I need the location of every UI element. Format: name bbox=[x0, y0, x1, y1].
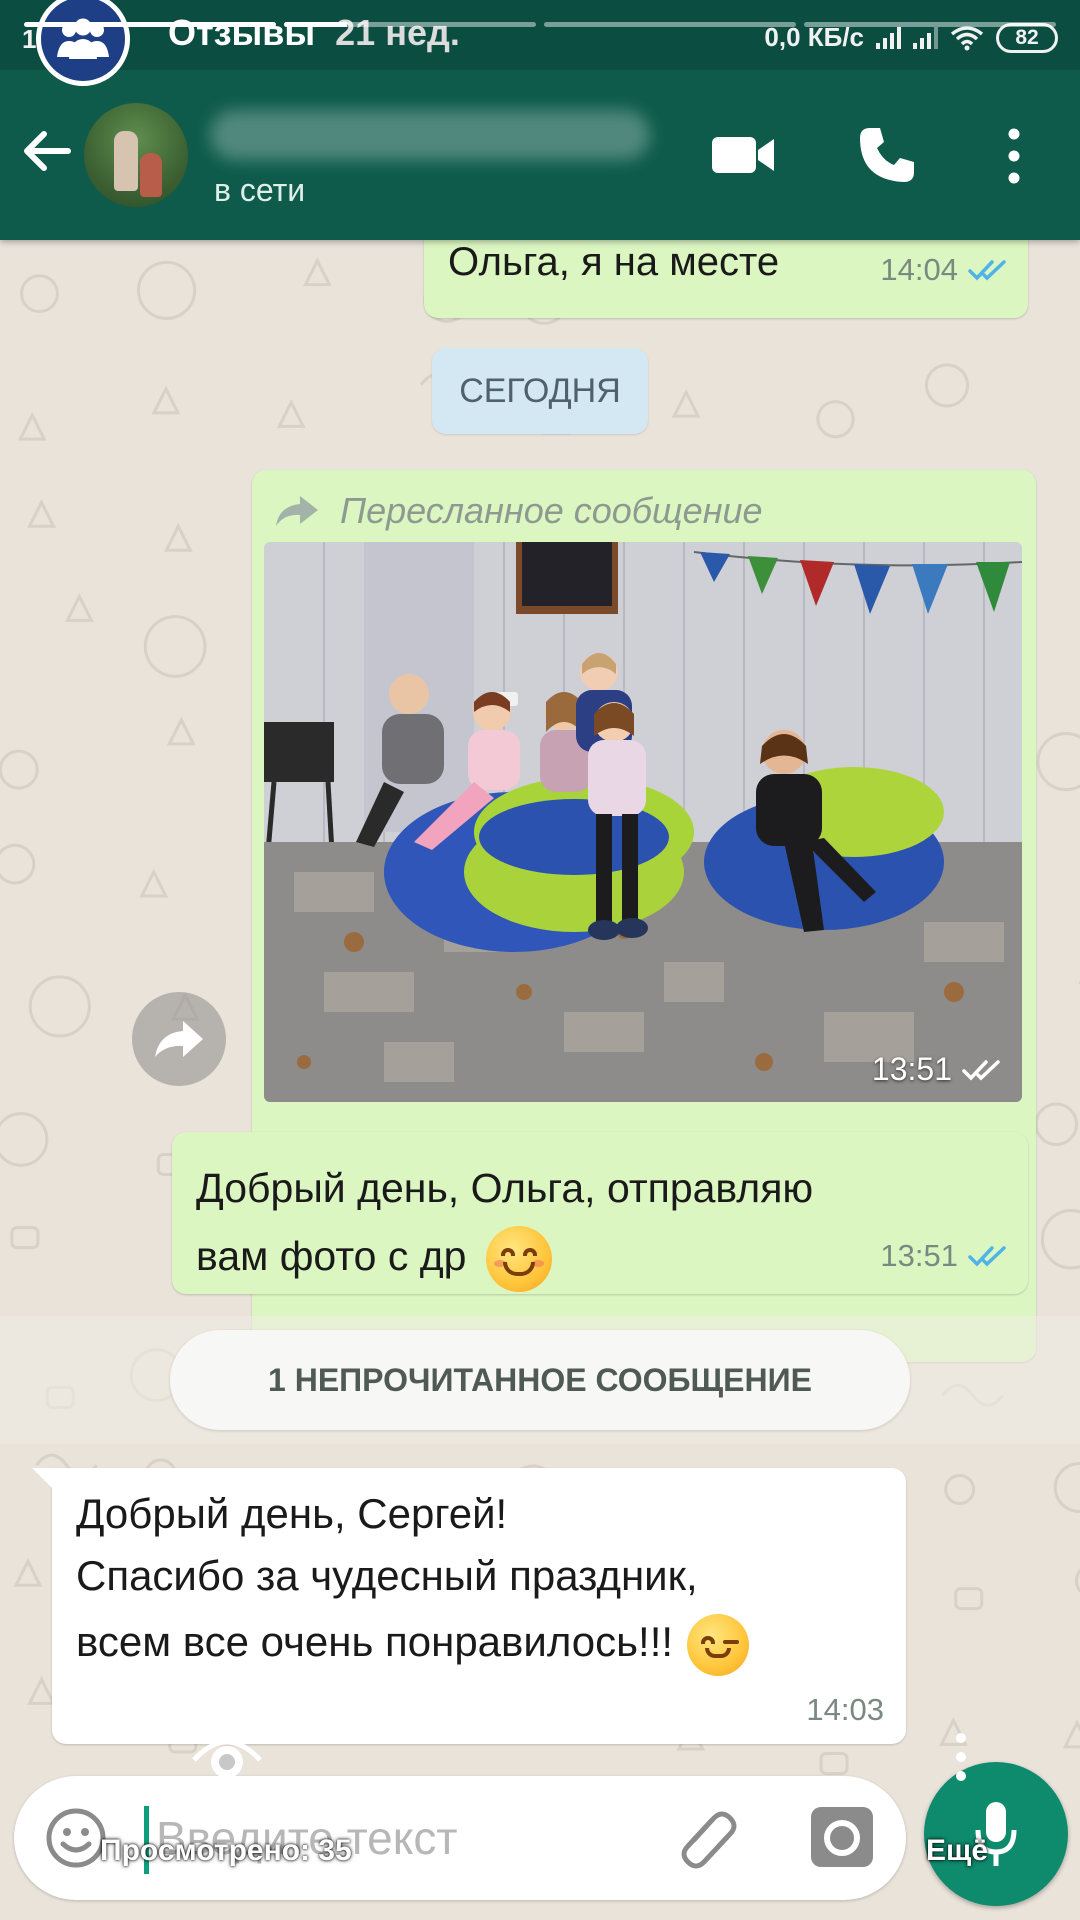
video-call-icon[interactable] bbox=[710, 130, 776, 180]
photo-time: 13:51 bbox=[871, 1051, 952, 1087]
story-segment bbox=[284, 22, 536, 27]
contact-avatar[interactable] bbox=[84, 103, 188, 207]
shared-photo[interactable]: 13:51 bbox=[264, 542, 1022, 1102]
message-meta: 14:04 bbox=[880, 252, 1008, 288]
message-line: Добрый день, Ольга, отправляю bbox=[196, 1165, 814, 1211]
message-meta: 14:03 bbox=[806, 1692, 884, 1728]
smiling-face-emoji-icon bbox=[485, 1226, 552, 1293]
message-line: Добрый день, Сергей! bbox=[76, 1490, 508, 1537]
chat-messages[interactable]: Ольга, я на месте 14:04 СЕГОДНЯ Переслан… bbox=[0, 220, 1080, 1770]
status-bar: 14:04 0,0 КБ/с 82 bbox=[0, 0, 1080, 70]
story-more-label[interactable]: Ещё bbox=[926, 1834, 988, 1868]
views-count-label[interactable]: Просмотрено: 35 bbox=[100, 1834, 352, 1868]
views-eye-icon[interactable] bbox=[190, 1728, 264, 1784]
message-time: 14:04 bbox=[880, 252, 958, 287]
story-age: 21 нед. bbox=[335, 12, 460, 53]
story-title-row: Отзывы 21 нед. bbox=[168, 12, 460, 54]
forward-button[interactable] bbox=[132, 992, 226, 1086]
story-segment bbox=[804, 22, 1056, 27]
contact-status: в сети bbox=[214, 172, 306, 208]
message-line: Спасибо за чудесный праздник, bbox=[76, 1552, 698, 1599]
date-divider: СЕГОДНЯ bbox=[432, 348, 648, 434]
chat-header: в сети bbox=[0, 70, 1080, 240]
story-progress bbox=[24, 22, 1056, 28]
double-check-icon bbox=[968, 1246, 1006, 1267]
photo-girls-on-beanbags bbox=[264, 542, 1022, 1102]
message-line-with-emoji: всем все очень понравилось!!! bbox=[76, 1614, 749, 1676]
camera-icon[interactable] bbox=[808, 1804, 876, 1870]
back-arrow-icon[interactable] bbox=[18, 122, 76, 180]
paperclip-icon[interactable] bbox=[674, 1804, 740, 1870]
story-segment bbox=[544, 22, 796, 27]
emoji-icon[interactable] bbox=[44, 1806, 108, 1870]
wifi-icon bbox=[950, 25, 984, 50]
signal-icon bbox=[876, 26, 901, 49]
message-line: вам фото с др bbox=[196, 1233, 467, 1279]
contact-name-blurred bbox=[210, 110, 650, 160]
unread-messages-divider: 1 НЕПРОЧИТАННОЕ СООБЩЕНИЕ bbox=[170, 1330, 910, 1430]
story-title: Отзывы bbox=[168, 12, 316, 53]
forwarded-icon bbox=[276, 496, 318, 526]
message-outgoing[interactable]: Добрый день, Ольга, отправляю вам фото с… bbox=[172, 1132, 1028, 1294]
message-time: 13:51 bbox=[880, 1238, 958, 1273]
more-vert-icon[interactable] bbox=[998, 126, 1030, 186]
message-line: всем все очень понравилось!!! bbox=[76, 1618, 674, 1666]
story-segment bbox=[24, 22, 276, 27]
double-check-icon bbox=[968, 260, 1006, 281]
forward-arrow-icon bbox=[155, 1021, 203, 1057]
double-check-icon bbox=[962, 1059, 1000, 1081]
signal-icon-sim2 bbox=[913, 26, 938, 49]
message-meta: 13:51 bbox=[880, 1238, 1008, 1274]
message-time: 14:03 bbox=[806, 1692, 884, 1727]
forwarded-label: Пересланное сообщение bbox=[340, 490, 763, 531]
phone-icon[interactable] bbox=[856, 124, 918, 186]
message-text: Добрый день, Ольга, отправляю вам фото с… bbox=[196, 1154, 916, 1293]
photo-meta: 13:51 bbox=[872, 1051, 1002, 1088]
winking-face-emoji-icon bbox=[686, 1614, 749, 1676]
message-text: Ольга, я на месте bbox=[448, 240, 780, 284]
message-incoming[interactable]: Добрый день, Сергей! Спасибо за чудесный… bbox=[32, 1468, 906, 1744]
forwarded-header: Пересланное сообщение bbox=[274, 490, 763, 532]
story-more-icon[interactable] bbox=[954, 1732, 968, 1782]
